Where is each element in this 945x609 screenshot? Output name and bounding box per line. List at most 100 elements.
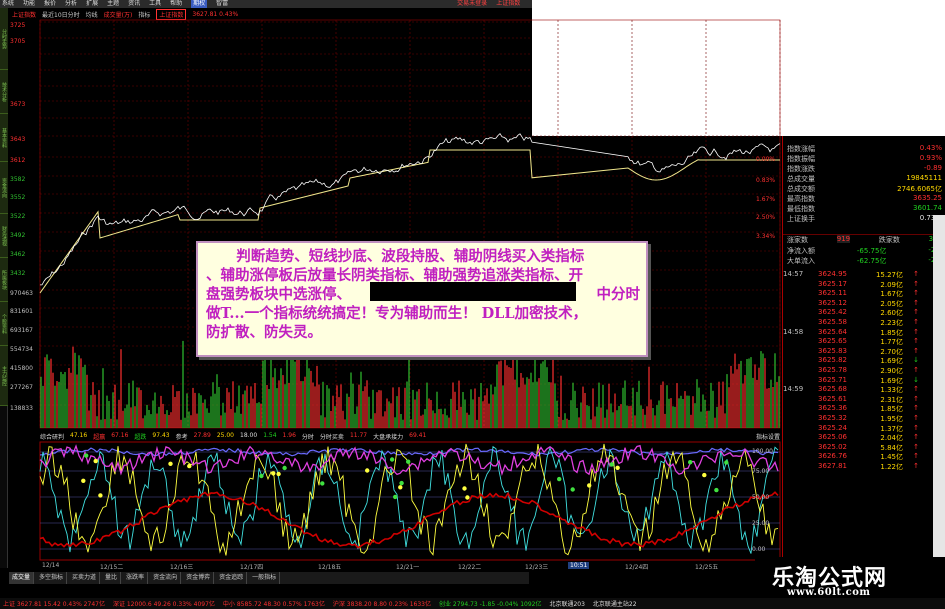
signal-mark xyxy=(724,460,729,465)
status-sh[interactable]: 上证 3627.81 15.42 0.43% 2747亿 xyxy=(3,599,105,608)
tick-row: 3625.83 2.70亿 ↑ xyxy=(818,346,919,356)
flow-row-large: 大单流入 -62.75亿 -2% xyxy=(787,256,942,265)
signal-mark xyxy=(365,468,370,473)
ind-label-main[interactable]: 综合研判 xyxy=(40,432,64,441)
y-label-5: 3582 xyxy=(10,176,26,183)
x-label-4: 12/18五 xyxy=(318,564,342,571)
signal-mark xyxy=(84,453,89,458)
signal-mark xyxy=(399,480,404,486)
tick-list[interactable]: 14:57 3624.95 15.27亿 ↑ 3625.17 2.09亿 ↑ 3625.11 1… xyxy=(783,270,938,570)
vol-label-4: 415800 xyxy=(10,365,33,372)
vol-label-5: 277267 xyxy=(10,384,33,391)
vol-label-3: 554734 xyxy=(10,346,33,353)
info-row-amplitude: 指数振幅 0.93% xyxy=(787,154,942,163)
btab-fundgame[interactable]: 资金博弈 xyxy=(183,572,215,584)
signal-mark xyxy=(465,495,470,500)
signal-mark xyxy=(98,493,103,498)
signal-mark xyxy=(462,486,467,491)
signal-mark xyxy=(271,471,276,476)
tick-row: 3625.06 2.04亿 ↑ xyxy=(818,433,919,443)
ind-value-9: 69.41 xyxy=(409,432,427,439)
promo-line-3-end: 中分时 xyxy=(596,286,641,303)
status-hs[interactable]: 沪深 3838.20 8.80 0.23% 1633亿 xyxy=(333,599,431,608)
signal-mark xyxy=(276,471,281,477)
indicator-tabs: 成交量 多空指标 买卖力道 量比 涨跌率 资金流向 资金博弈 资金追踪 一般指标 xyxy=(9,572,529,584)
vol-label-0: 970463 xyxy=(10,290,33,297)
ind-value-8: 11.77 xyxy=(349,432,368,439)
vol-label-1: 831601 xyxy=(10,308,33,315)
indicator-line-red xyxy=(39,491,779,549)
signal-mark xyxy=(615,465,620,470)
y-label-2: 3673 xyxy=(10,101,26,108)
ind-axis-1: 75.00 xyxy=(752,468,770,475)
ind-label-under: 超跌 xyxy=(134,434,147,441)
signal-mark xyxy=(398,485,403,490)
ind-label-support: 大盘承接力 xyxy=(373,434,404,441)
signal-mark xyxy=(81,478,86,483)
signal-mark xyxy=(93,458,98,464)
status-server-2[interactable]: 北京联通主站22 xyxy=(593,599,637,608)
y-label-10: 3432 xyxy=(10,270,26,277)
indicator-signal-marks xyxy=(81,453,729,500)
y-label-8: 3492 xyxy=(10,232,26,239)
tick-row: 14:59 3625.68 1.33亿 ↑ xyxy=(783,385,919,395)
indicator-setting-button[interactable]: 指标设置 xyxy=(756,432,780,441)
btab-updown[interactable]: 涨跌率 xyxy=(123,572,149,584)
vol-label-2: 693167 xyxy=(10,327,33,334)
promo-line-3: 盘强势板块中选涨停、 xyxy=(206,286,351,303)
signal-mark xyxy=(688,460,693,465)
y-label-9: 3462 xyxy=(10,251,26,258)
status-server-1[interactable]: 北京联通203 xyxy=(549,599,584,608)
y-label-6: 3552 xyxy=(10,194,26,201)
signal-mark xyxy=(168,461,173,466)
signal-mark xyxy=(702,472,707,478)
y-label-4: 3612 xyxy=(10,157,26,164)
ind-value-5: 18.00 xyxy=(240,432,258,439)
btab-buysell[interactable]: 买卖力道 xyxy=(69,572,101,584)
signal-mark xyxy=(259,473,264,479)
info-row-high: 最高指数 3635.25 xyxy=(787,194,942,203)
signal-mark xyxy=(393,494,398,500)
ind-label-over: 超赢 xyxy=(93,434,106,441)
tick-row: 3625.17 2.09亿 ↑ xyxy=(818,279,919,289)
btab-general[interactable]: 一般指标 xyxy=(249,572,281,584)
btab-fundtrack[interactable]: 资金追踪 xyxy=(216,572,248,584)
tick-row: 3625.65 1.77亿 ↑ xyxy=(818,337,919,347)
signal-mark xyxy=(714,487,719,493)
promo-line-5: 防扩散、防失灵。 xyxy=(206,324,322,341)
flow-row-net: 净流入额 -65.75亿 -2% xyxy=(787,246,942,255)
tick-row: 3625.02 5.84亿 ↑ xyxy=(818,442,919,452)
tick-row: 3625.11 1.67亿 ↑ xyxy=(818,289,919,299)
ind-value-3: 27.89 xyxy=(193,432,211,439)
market-info-panel: 指数涨幅 0.43% 指数振幅 0.93% 指数涨跌 -0.89 总成交量 198451… xyxy=(782,136,945,567)
watermark-url: www.60lt.com xyxy=(787,587,871,598)
x-cursor-time: 10:51 xyxy=(568,562,590,569)
status-gem[interactable]: 创业 2794.73 -1.85 -0.04% 1092亿 xyxy=(439,599,541,608)
status-bar: 上证 3627.81 15.42 0.43% 2747亿 深证 12000.6 … xyxy=(0,598,945,609)
tick-row: 14:57 3624.95 15.27亿 ↑ xyxy=(783,270,919,279)
btab-fundflow[interactable]: 资金流向 xyxy=(150,572,182,584)
ind-axis-2: 50.00 xyxy=(752,494,770,501)
status-sz[interactable]: 深证 12000.6 49.26 0.33% 4097亿 xyxy=(113,599,215,608)
ind-label-intraday: 分时 xyxy=(301,434,314,441)
tick-row: 3625.61 2.31亿 ↑ xyxy=(818,394,919,404)
signal-mark xyxy=(406,459,411,464)
tick-row: 3627.81 1.22亿 ↑ xyxy=(818,462,919,471)
tick-row: 3625.24 1.37亿 ↑ xyxy=(818,423,919,433)
x-label-9: 12/25五 xyxy=(695,564,719,571)
tick-row: 3625.78 2.90亿 ↑ xyxy=(818,366,919,375)
tick-row: 3626.76 1.45亿 ↑ xyxy=(818,452,919,462)
ind-value-0: 47.16 xyxy=(70,432,88,439)
btab-ratio[interactable]: 量比 xyxy=(102,572,122,584)
info-row-turnover: 上证换手 0.73% xyxy=(787,214,942,223)
tick-row: 3625.71 1.69亿 ↓ xyxy=(818,375,919,385)
indicator-info-bar: 综合研判 47.16 超赢 67.16 超跌 97.43 参考 27.89 25… xyxy=(40,432,780,441)
status-sme[interactable]: 中小 8585.72 48.30 0.57% 1763亿 xyxy=(223,599,325,608)
ind-value-1: 67.16 xyxy=(111,432,129,439)
right-edge-scrollbar[interactable] xyxy=(933,215,945,570)
info-row-amount: 总成交额 2746.6065亿 xyxy=(787,185,942,193)
btab-longshort[interactable]: 多空指标 xyxy=(36,572,68,584)
y-label-3: 3643 xyxy=(10,136,26,143)
btab-volume[interactable]: 成交量 xyxy=(9,572,35,584)
signal-mark xyxy=(557,476,562,482)
